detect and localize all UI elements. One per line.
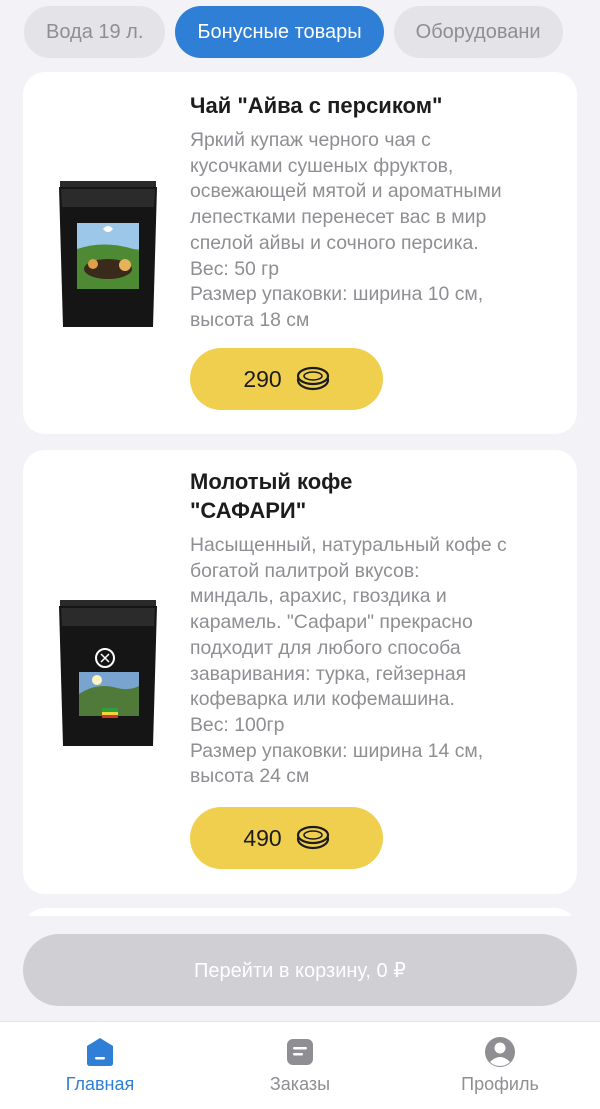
desc-line: высота 24 см xyxy=(190,765,310,788)
tea-package-image xyxy=(59,181,157,327)
product-card[interactable]: Чай "Айва с персиком" Яркий купаж черног… xyxy=(23,72,577,434)
tab-label: Заказы xyxy=(269,1074,331,1094)
desc-line: Размер упаковки: ширина 14 см, xyxy=(190,739,484,762)
title-line: Молотый кофе xyxy=(190,469,353,494)
price-value: 290 xyxy=(243,365,282,392)
cart-area: Перейти в корзину, 0 ₽ xyxy=(0,916,600,1021)
desc-line: миндаль, арахис, гвоздика и xyxy=(190,585,447,608)
desc-line: Насыщенный, натуральный кофе с xyxy=(190,534,507,556)
desc-line: кусочками сушеных фруктов, xyxy=(190,154,454,177)
tab-profile[interactable]: Профиль xyxy=(400,1036,600,1095)
desc-line: заваривания: турка, гейзерная xyxy=(190,662,467,685)
title-line: "САФАРИ" xyxy=(190,498,307,523)
desc-line: Яркий купаж черного чая с xyxy=(190,129,431,151)
app-screen: Вода 19 л. Бонусные товары Оборудовани Чай… xyxy=(0,0,600,1109)
desc-line: Вес: 100гр xyxy=(190,713,285,736)
desc-line: подходит для любого способа xyxy=(190,636,461,659)
chip-water[interactable]: Вода 19 л. xyxy=(24,6,166,58)
desc-line: спелой айвы и сочного персика. xyxy=(190,231,479,254)
price-button[interactable]: 290 xyxy=(190,348,383,410)
desc-line: карамель. "Сафари" прекрасно xyxy=(190,611,473,634)
category-chips: Вода 19 л. Бонусные товары Оборудовани xyxy=(0,6,577,58)
price-button[interactable]: 490 xyxy=(190,807,383,869)
product-description: Яркий купаж черного чая с кусочками суше… xyxy=(190,128,555,334)
price-value: 490 xyxy=(243,824,282,851)
go-to-cart-button[interactable]: Перейти в корзину, 0 ₽ xyxy=(23,934,577,1006)
desc-line: Вес: 50 гр xyxy=(190,257,279,280)
tab-label: Главная xyxy=(65,1074,135,1094)
desc-line: кофеварка или кофемашина. xyxy=(190,688,455,711)
chip-bonus-products[interactable]: Бонусные товары xyxy=(175,6,384,58)
tab-orders[interactable]: Заказы xyxy=(200,1036,400,1095)
product-title: Молотый кофе "САФАРИ" xyxy=(190,467,555,525)
cart-button-label: Перейти в корзину, 0 ₽ xyxy=(194,959,406,982)
title-line: Чай "Айва с персиком" xyxy=(190,93,443,118)
chip-equipment[interactable]: Оборудовани xyxy=(393,6,563,58)
tab-home[interactable]: Главная xyxy=(0,1036,200,1095)
tab-label: Профиль xyxy=(461,1074,539,1094)
coffee-package-image xyxy=(59,600,157,746)
product-info: Молотый кофе "САФАРИ" Насыщенный, натура… xyxy=(190,467,555,790)
product-description: Насыщенный, натуральный кофе с богатой п… xyxy=(190,533,555,790)
desc-line: лепестками перенесет вас в мир xyxy=(190,206,487,229)
bottom-tab-bar: Главная Заказы Профиль xyxy=(0,1021,600,1109)
home-icon xyxy=(87,1038,113,1066)
coin-icon xyxy=(296,825,329,850)
desc-line: богатой палитрой вкусов: xyxy=(190,559,420,582)
profile-icon xyxy=(485,1037,515,1067)
desc-line: Размер упаковки: ширина 10 см, xyxy=(190,283,484,306)
orders-icon xyxy=(287,1039,313,1065)
product-card[interactable]: Молотый кофе "САФАРИ" Насыщенный, натура… xyxy=(23,450,577,894)
product-title: Чай "Айва с персиком" xyxy=(190,91,555,120)
coin-icon xyxy=(296,366,329,391)
desc-line: освежающей мятой и ароматными xyxy=(190,180,502,203)
desc-line: высота 18 см xyxy=(190,308,310,331)
product-info: Чай "Айва с персиком" Яркий купаж черног… xyxy=(190,91,555,334)
